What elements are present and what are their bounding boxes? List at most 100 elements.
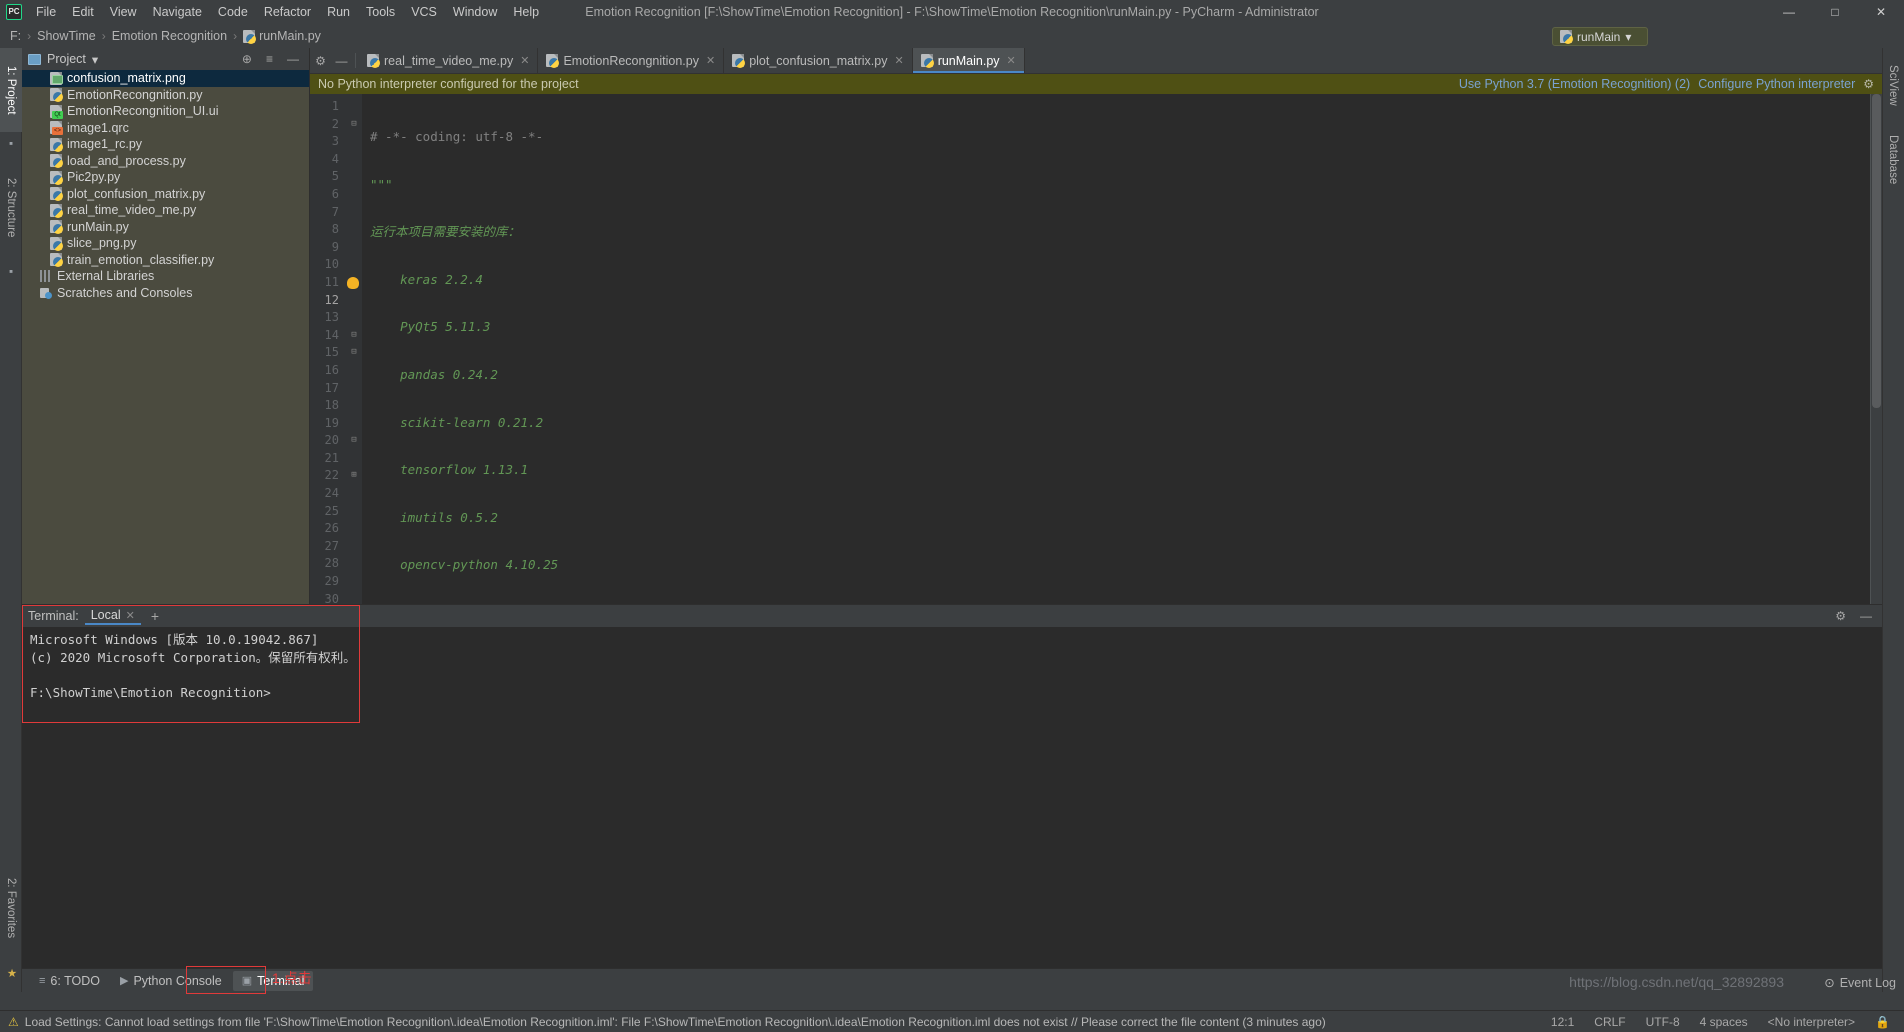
bulb-glyph [347, 276, 359, 289]
fold-marker-docstring-start[interactable]: ⊟ [346, 116, 362, 134]
lock-icon[interactable]: 🔒 [1869, 1015, 1896, 1029]
line-number: 14 [324, 327, 339, 342]
terminal-output[interactable]: Microsoft Windows [版本 10.0.19042.867] (c… [22, 627, 1882, 992]
menu-file[interactable]: File [28, 3, 64, 21]
chevron-down-icon[interactable]: ▾ [92, 52, 98, 67]
menu-edit[interactable]: Edit [64, 3, 102, 21]
close-icon[interactable]: ✕ [520, 54, 529, 67]
breadcrumb-item-runmain[interactable]: runMain.py [239, 28, 325, 44]
menu-vcs[interactable]: VCS [403, 3, 445, 21]
tree-item-scratches-and-consoles[interactable]: Scratches and Consoles [22, 285, 309, 302]
tree-item-load-and-process-py[interactable]: load_and_process.py [22, 153, 309, 170]
line-number: 25 [324, 503, 339, 518]
gear-icon[interactable]: ⚙ [1863, 77, 1874, 91]
sidebar-item-project[interactable]: 1: Project [0, 48, 22, 132]
editor-scrollbar[interactable] [1870, 94, 1882, 604]
close-button[interactable]: ✕ [1858, 0, 1904, 24]
tree-item-real-time-video-me-py[interactable]: real_time_video_me.py [22, 202, 309, 219]
status-left-group: ⚠ Load Settings: Cannot load settings fr… [8, 1015, 1326, 1029]
interpreter-notification-bar: No Python interpreter configured for the… [310, 74, 1882, 94]
interpreter-selector[interactable]: <No interpreter> [1762, 1015, 1861, 1029]
library-icon [40, 270, 52, 283]
configure-interpreter-link[interactable]: Configure Python interpreter [1698, 77, 1855, 91]
menu-tools[interactable]: Tools [358, 3, 403, 21]
line-number: 19 [324, 415, 339, 430]
tree-item-runmain-py[interactable]: runMain.py [22, 219, 309, 236]
close-icon[interactable]: ✕ [706, 54, 715, 67]
run-configuration-selector[interactable]: runMain ▾ [1552, 27, 1648, 46]
sidebar-item-favorites[interactable]: 2: Favorites [0, 858, 22, 958]
star-icon: ★ [5, 966, 17, 980]
tree-item-image1-qrc[interactable]: image1.qrc [22, 120, 309, 137]
breadcrumb-item-emotion-recognition[interactable]: Emotion Recognition [108, 28, 231, 44]
event-log-button[interactable]: ⊙ Event Log [1824, 975, 1896, 991]
tree-item-external-libraries[interactable]: External Libraries [22, 268, 309, 285]
caret-position[interactable]: 12:1 [1545, 1015, 1580, 1029]
sidebar-item-structure[interactable]: 2: Structure [0, 158, 22, 258]
gear-icon[interactable]: ⚙ [1831, 609, 1850, 623]
close-icon[interactable]: ✕ [894, 54, 903, 67]
status-bar: ⚠ Load Settings: Cannot load settings fr… [0, 1010, 1904, 1032]
collapse-all-icon[interactable]: ≡ [262, 52, 277, 66]
menu-refactor[interactable]: Refactor [256, 3, 319, 21]
menu-window[interactable]: Window [445, 3, 505, 21]
window-controls: — □ ✕ [1766, 0, 1904, 24]
tree-item-image1-rc-py[interactable]: image1_rc.py [22, 136, 309, 153]
line-number: 16 [324, 362, 339, 377]
use-python-interpreter-link[interactable]: Use Python 3.7 (Emotion Recognition) (2) [1459, 77, 1690, 91]
code-line: """ [370, 176, 393, 192]
editor-tab-emotionrecongnition[interactable]: EmotionRecongnition.py ✕ [538, 48, 725, 73]
tree-item-label: Pic2py.py [67, 170, 121, 185]
close-icon[interactable]: ✕ [126, 609, 135, 622]
breadcrumb-root[interactable]: F: [6, 28, 25, 44]
editor-hide-icon[interactable]: — [331, 48, 352, 73]
editor-tab-runmain[interactable]: runMain.py ✕ [912, 48, 1025, 73]
line-separator[interactable]: CRLF [1588, 1015, 1631, 1029]
editor-tab-plot-confusion-matrix[interactable]: plot_confusion_matrix.py ✕ [724, 48, 913, 73]
tree-item-slice-png-py[interactable]: slice_png.py [22, 235, 309, 252]
inspection-bulb-icon[interactable] [346, 274, 362, 292]
code-folding-gutter[interactable]: ⊟ ⊟ ⊟ ⊟ ⊞ [346, 94, 362, 604]
tree-item-pic2py-py[interactable]: Pic2py.py [22, 169, 309, 186]
code-editor[interactable]: 1 2 3 4 5 6 7 8 9 10 11 12 13 14 15 16 1… [310, 94, 1882, 606]
menu-run[interactable]: Run [319, 3, 358, 21]
indent-setting[interactable]: 4 spaces [1694, 1015, 1754, 1029]
fold-marker-docstring-end[interactable]: ⊟ [346, 327, 362, 345]
line-number: 15 [324, 345, 339, 360]
line-number: 26 [324, 521, 339, 536]
minimize-button[interactable]: — [1766, 0, 1812, 24]
hide-panel-icon[interactable]: — [283, 52, 303, 66]
bottom-tab-python-console[interactable]: ▶ Python Console [111, 971, 231, 991]
fold-marker-imports[interactable]: ⊞ [346, 467, 362, 485]
tree-item-emotionrecongnition-ui[interactable]: EmotionRecongnition_UI.ui [22, 103, 309, 120]
editor-tab-real-time-video-me[interactable]: real_time_video_me.py ✕ [359, 48, 539, 73]
hide-panel-icon[interactable]: — [1856, 609, 1876, 623]
code-text[interactable]: # -*- coding: utf-8 -*- """ 运行本项目需要安装的库：… [362, 94, 1882, 604]
menu-view[interactable]: View [102, 3, 145, 21]
status-message[interactable]: Load Settings: Cannot load settings from… [25, 1015, 1326, 1029]
tree-item-train-emotion-classifier-py[interactable]: train_emotion_classifier.py [22, 252, 309, 269]
sidebar-item-database[interactable]: Database [1882, 124, 1904, 196]
tree-item-plot-confusion-matrix-py[interactable]: plot_confusion_matrix.py [22, 186, 309, 203]
tree-item-confusion-matrix-png[interactable]: confusion_matrix.png [22, 70, 309, 87]
code-line: imutils 0.5.2 [370, 509, 498, 525]
menu-navigate[interactable]: Navigate [145, 3, 210, 21]
maximize-button[interactable]: □ [1812, 0, 1858, 24]
file-encoding[interactable]: UTF-8 [1640, 1015, 1686, 1029]
fold-marker-header-end[interactable]: ⊟ [346, 432, 362, 450]
fold-marker-header-start[interactable]: ⊟ [346, 344, 362, 362]
bottom-tab-todo[interactable]: ≡ 6: TODO [30, 971, 109, 991]
scrollbar-thumb[interactable] [1872, 94, 1881, 408]
menu-help[interactable]: Help [505, 3, 547, 21]
tree-item-emotionrecongnition-py[interactable]: EmotionRecongnition.py [22, 87, 309, 104]
locate-file-icon[interactable]: ⊕ [238, 52, 256, 66]
sidebar-item-sciview[interactable]: SciView [1882, 52, 1904, 118]
breadcrumb-item-showtime[interactable]: ShowTime [33, 28, 100, 44]
new-terminal-button[interactable]: + [147, 608, 163, 624]
terminal-tab-local[interactable]: Local ✕ [84, 607, 141, 625]
menu-code[interactable]: Code [210, 3, 256, 21]
close-icon[interactable]: ✕ [1007, 54, 1016, 67]
editor-settings-icon[interactable]: ⚙ [310, 48, 331, 73]
